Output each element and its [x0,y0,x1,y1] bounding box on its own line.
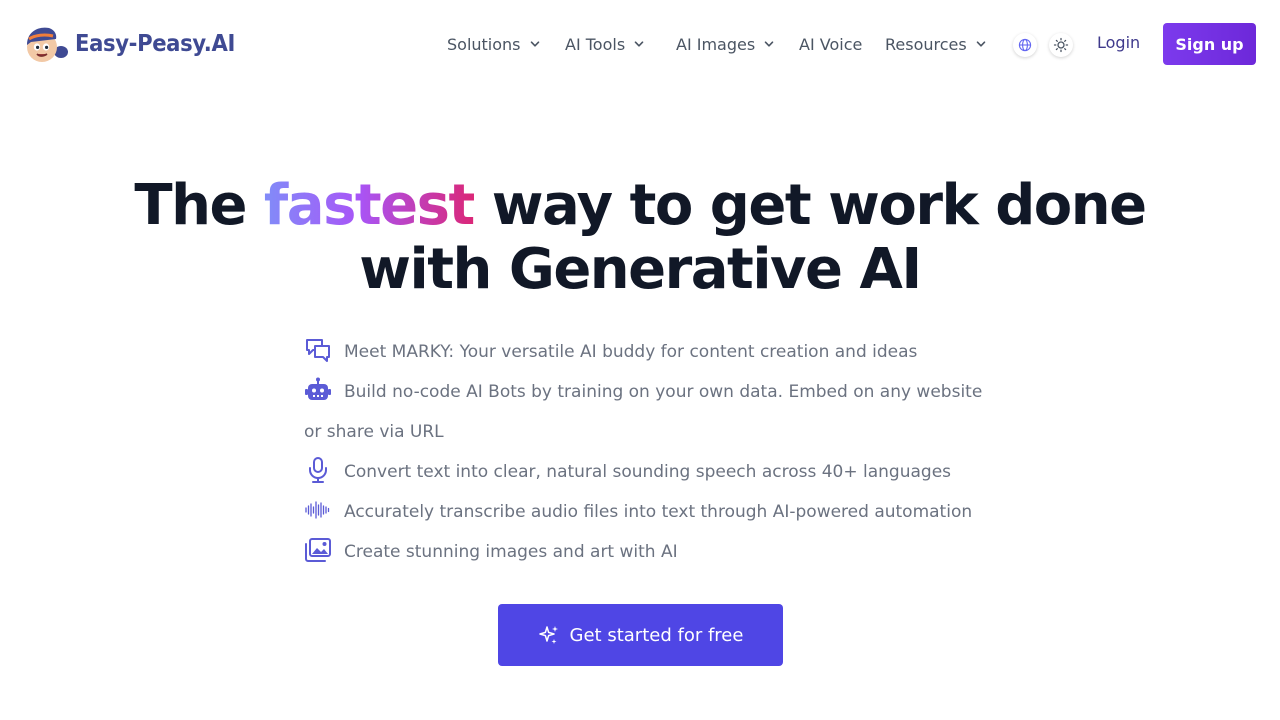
chevron-down-icon [530,41,539,47]
nav-solutions[interactable]: Solutions [447,31,540,57]
nav-solutions-label: Solutions [447,34,521,54]
get-started-label: Get started for free [569,624,744,646]
images-icon [305,538,331,562]
nav-ai-voice[interactable]: AI Voice [799,31,862,57]
nav-ai-tools-label: AI Tools [565,34,626,54]
feature-item: Meet MARKY: Your versatile AI buddy for … [304,332,984,372]
nav-resources[interactable]: Resources [885,31,986,57]
hero-title-part1: The [134,173,264,238]
sparkles-icon [538,626,558,644]
feature-text: Meet MARKY: Your versatile AI buddy for … [344,342,918,362]
hero-title-line2: with Generative AI [359,237,922,302]
feature-text: Create stunning images and art with AI [344,542,678,562]
waveform-icon [305,501,330,519]
login-link[interactable]: Login [1097,33,1140,52]
microphone-icon [309,457,327,483]
nav-ai-tools[interactable]: AI Tools [565,31,644,57]
nav-resources-label: Resources [885,34,967,54]
brand-logo[interactable]: Easy-Peasy.AI [23,25,249,63]
hero-title-highlight: fastest [263,173,475,238]
language-button[interactable] [1013,33,1037,57]
get-started-button[interactable]: Get started for free [498,604,783,666]
sun-icon [1053,37,1069,53]
feature-text: Accurately transcribe audio files into t… [344,502,973,522]
brand-name: Easy-Peasy.AI [75,31,235,57]
hero-title: The fastest way to get work done with Ge… [0,174,1280,302]
site-header: Easy-Peasy.AI Solutions AI Tools AI Imag… [0,0,1280,88]
feature-item: Accurately transcribe audio files into t… [304,492,984,532]
mascot-logo-icon [27,27,68,62]
feature-text: Build no-code AI Bots by training on you… [304,382,983,442]
chevron-down-icon [976,41,986,47]
feature-item: Create stunning images and art with AI [304,532,984,572]
feature-text: Convert text into clear, natural soundin… [344,462,952,482]
feature-item: Convert text into clear, natural soundin… [304,452,984,492]
nav-ai-images-label: AI Images [676,34,756,54]
chevron-down-icon [764,41,774,47]
hero-title-part2: way to get work done [473,173,1147,238]
chat-bubbles-icon [306,339,330,362]
nav-ai-images[interactable]: AI Images [676,31,774,57]
chevron-down-icon [634,41,644,47]
nav-ai-voice-label: AI Voice [799,34,863,54]
theme-toggle-button[interactable] [1049,33,1073,57]
feature-item: Build no-code AI Bots by training on you… [304,372,984,452]
globe-icon [1018,38,1032,52]
feature-list: Meet MARKY: Your versatile AI buddy for … [304,332,984,572]
signup-button[interactable]: Sign up [1163,23,1256,65]
robot-icon [305,377,331,400]
